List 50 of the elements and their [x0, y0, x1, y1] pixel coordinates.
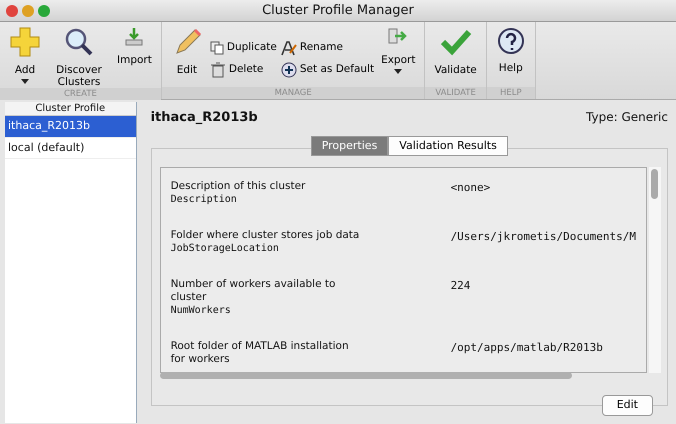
group-label: MANAGE — [162, 87, 424, 99]
property-name: JobStorageLocation — [170, 242, 280, 255]
zoom-button[interactable] — [38, 5, 50, 17]
property-name: Description — [170, 193, 238, 206]
download-icon — [123, 26, 146, 48]
tab[interactable]: Properties — [310, 136, 388, 156]
vertical-scrollbar[interactable] — [649, 167, 661, 373]
dropdown-button[interactable]: Add — [6, 26, 44, 88]
property-description: Root folder of MATLAB installation for workers — [170, 340, 350, 366]
horizontal-scrollbar[interactable] — [160, 372, 572, 379]
profile-type: Type: Generic — [586, 109, 668, 126]
group-label: CREATE — [0, 88, 161, 100]
property-value: /opt/apps/matlab/R2013b — [450, 340, 603, 356]
plus-circle-icon — [280, 62, 297, 78]
toolbar-button[interactable]: Delete — [210, 62, 277, 78]
toolbar-button[interactable]: Validate — [431, 26, 480, 87]
plus-icon — [9, 26, 41, 58]
edit-button[interactable]: Edit — [602, 395, 653, 416]
property-value: <none> — [450, 180, 490, 196]
profile-name: ithaca_R2013b — [150, 109, 258, 127]
dropdown-button[interactable]: Export — [378, 26, 418, 87]
close-button[interactable] — [6, 5, 18, 17]
tab[interactable]: Validation Results — [388, 136, 508, 156]
property-description: Folder where cluster stores job data — [170, 229, 360, 242]
toolbar-button[interactable]: Set as Default — [280, 62, 374, 78]
toolbar-button[interactable]: Rename — [280, 40, 374, 56]
caret-icon — [394, 69, 402, 74]
property-description: Description of this cluster — [170, 180, 306, 193]
minimize-button[interactable] — [22, 5, 34, 17]
group-label: HELP — [486, 87, 535, 99]
toolbar-button[interactable]: Discover Clusters — [48, 26, 110, 88]
profile-item[interactable]: ithaca_R2013b — [5, 116, 136, 138]
rename-icon — [280, 40, 297, 56]
profile-item[interactable]: local (default) — [5, 138, 136, 159]
toolbar-button[interactable]: Help — [492, 26, 529, 87]
caret-icon — [21, 79, 29, 84]
column-header: Cluster Profile — [5, 102, 136, 116]
search-icon — [63, 26, 95, 58]
toolbar-button[interactable]: Import — [114, 26, 155, 88]
property-description: Number of workers available to cluster — [170, 278, 336, 304]
copy-icon — [210, 40, 224, 55]
toolbar-button[interactable]: Duplicate — [210, 40, 277, 56]
trash-icon — [210, 62, 226, 78]
help-icon — [496, 26, 526, 56]
property-value: 224 — [450, 278, 470, 294]
property-value: /Users/jkrometis/Documents/M — [450, 229, 636, 245]
property-name: NumWorkers — [170, 304, 232, 317]
window-title: Cluster Profile Manager — [262, 2, 414, 20]
toolbar-button[interactable]: Edit — [168, 26, 206, 87]
group-label: VALIDATE — [425, 87, 486, 99]
